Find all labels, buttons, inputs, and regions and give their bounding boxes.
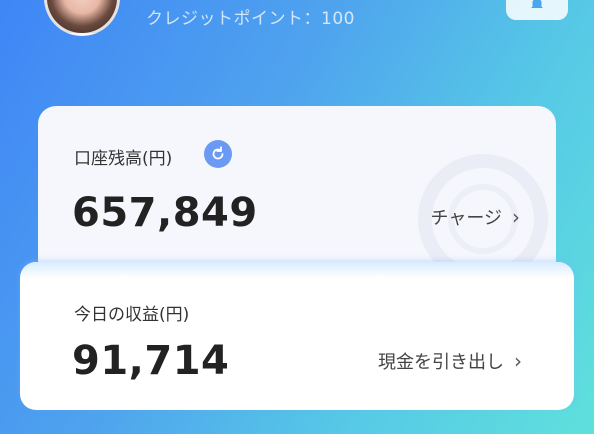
charge-link[interactable]: チャージ › [431,204,520,230]
refresh-icon [212,146,224,160]
balance-label: 口座残高(円) [74,149,173,169]
earnings-label: 今日の収益(円) [74,305,190,325]
earnings-card: 今日の収益(円) 91,714 現金を引き出し › [20,262,574,410]
chevron-right-icon: › [514,349,522,373]
earnings-amount: 91,714 [72,338,230,384]
chevron-right-icon: › [512,205,520,229]
charge-label: チャージ [430,208,502,229]
notification-button[interactable] [506,0,568,20]
balance-card: 口座残高(円) 657,849 チャージ › [38,106,556,286]
balance-amount: 657,849 [72,190,258,236]
bell-icon [531,0,543,8]
refresh-button[interactable] [204,140,232,168]
credit-points: クレジットポイント：100 [146,9,355,29]
withdraw-label: 現金を引き出し [378,352,504,373]
avatar[interactable] [44,0,120,36]
withdraw-link[interactable]: 現金を引き出し › [378,348,522,374]
